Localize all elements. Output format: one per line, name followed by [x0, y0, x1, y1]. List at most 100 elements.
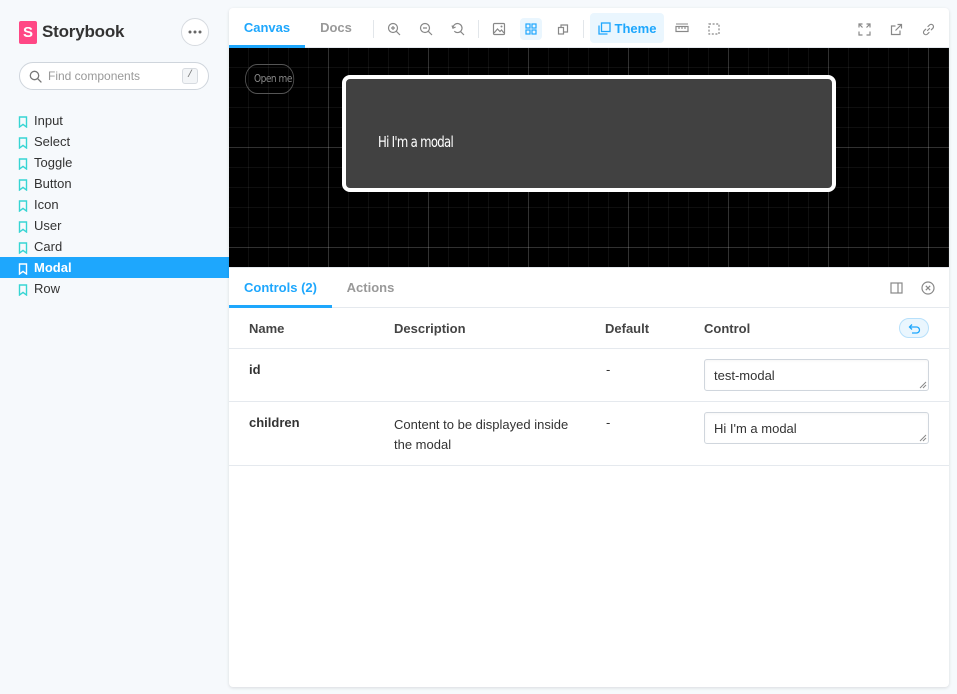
outline-button[interactable]	[703, 18, 725, 40]
menu-button[interactable]	[181, 18, 209, 46]
table-row: children Content to be displayed inside …	[229, 402, 949, 466]
theme-button[interactable]: Theme	[590, 13, 664, 43]
link-icon	[922, 23, 934, 35]
outline-icon	[708, 23, 720, 35]
search-shortcut-badge: /	[182, 68, 198, 84]
sidebar-item-toggle[interactable]: Toggle	[0, 152, 229, 173]
sidebar-item-modal[interactable]: Modal	[0, 257, 229, 278]
close-panel-button[interactable]	[919, 279, 937, 297]
prop-description: Content to be displayed inside the modal	[394, 417, 569, 452]
zoom-in-button[interactable]	[383, 18, 405, 40]
viewport-button[interactable]	[552, 18, 574, 40]
tab-canvas[interactable]: Canvas	[229, 8, 305, 48]
brand-name: Storybook	[42, 22, 125, 41]
sidebar-item-label: Icon	[34, 197, 59, 212]
bookmark-icon	[18, 221, 28, 233]
grid-icon	[525, 23, 537, 35]
sidebar: S Storybook / Input Select Toggle Button…	[0, 0, 229, 694]
toolbar-divider	[583, 20, 584, 38]
external-link-icon	[890, 23, 902, 35]
bookmark-icon	[18, 137, 28, 149]
column-header-name: Name	[249, 321, 285, 336]
grid-button[interactable]	[520, 18, 542, 40]
theme-label: Theme	[614, 20, 657, 36]
sidebar-item-button[interactable]: Button	[0, 173, 229, 194]
sidebar-item-input[interactable]: Input	[0, 110, 229, 131]
resize-grip-icon[interactable]	[919, 381, 927, 389]
sidebar-panel-icon	[889, 282, 903, 294]
background-button[interactable]	[488, 18, 510, 40]
bookmark-icon	[18, 158, 28, 170]
tab-actions[interactable]: Actions	[332, 268, 409, 308]
id-control-field[interactable]: test-modal	[704, 359, 929, 391]
sidebar-item-icon[interactable]: Icon	[0, 194, 229, 215]
open-modal-button[interactable]: Open me	[245, 64, 295, 94]
prop-name: id	[249, 362, 261, 377]
ellipsis-icon	[188, 30, 202, 34]
panel-orientation-button[interactable]	[887, 279, 905, 297]
column-header-default: Default	[605, 321, 650, 336]
bookmark-icon	[18, 242, 28, 254]
sidebar-item-label: Row	[34, 281, 61, 296]
bookmark-icon	[18, 263, 28, 275]
zoom-out-icon	[419, 22, 433, 36]
reset-controls-button[interactable]	[899, 318, 929, 338]
viewport-icon	[557, 24, 569, 35]
zoom-out-button[interactable]	[415, 18, 437, 40]
sidebar-item-select[interactable]: Select	[0, 131, 229, 152]
ruler-icon	[675, 23, 689, 33]
sidebar-item-label: User	[34, 218, 62, 233]
measure-button[interactable]	[671, 18, 693, 40]
bookmark-icon	[18, 284, 28, 296]
component-list: Input Select Toggle Button Icon User Car…	[0, 110, 229, 299]
zoom-reset-icon	[451, 22, 465, 36]
copy-icon	[597, 21, 611, 35]
copy-link-button[interactable]	[917, 18, 939, 40]
open-new-tab-button[interactable]	[885, 18, 907, 40]
sidebar-item-label: Button	[34, 176, 72, 191]
sidebar-item-label: Toggle	[34, 155, 73, 170]
bookmark-icon	[18, 116, 28, 128]
close-circle-icon	[921, 281, 935, 295]
sidebar-item-label: Input	[34, 113, 63, 128]
toolbar-divider	[373, 20, 374, 38]
story-canvas: Open me Hi I'm a modal	[229, 48, 949, 267]
zoom-reset-button[interactable]	[447, 18, 469, 40]
prop-default: -	[606, 415, 611, 430]
expand-icon	[857, 22, 871, 36]
tab-docs[interactable]: Docs	[305, 8, 367, 48]
brand[interactable]: S Storybook	[19, 20, 124, 44]
sidebar-item-label: Select	[34, 134, 71, 149]
sidebar-item-row[interactable]: Row	[0, 278, 229, 299]
undo-icon	[908, 323, 920, 334]
sidebar-item-label: Modal	[34, 260, 72, 275]
table-row: id - test-modal	[229, 349, 949, 402]
prop-name: children	[249, 415, 300, 430]
prop-default: -	[606, 362, 611, 377]
toolbar-divider	[478, 20, 479, 38]
column-header-control: Control	[704, 321, 751, 336]
addons-bar: Controls (2) Actions	[229, 267, 949, 308]
zoom-in-icon	[387, 22, 401, 36]
search-icon	[29, 70, 42, 83]
modal-dialog: Hi I'm a modal	[342, 75, 836, 192]
tab-controls[interactable]: Controls (2)	[229, 268, 332, 308]
bookmark-icon	[18, 200, 28, 212]
controls-table: Name Description Default Control id - te…	[229, 308, 949, 466]
modal-text: Hi I'm a modal	[378, 133, 454, 151]
storybook-logo-icon: S	[19, 20, 37, 44]
children-control-field[interactable]: Hi I'm a modal	[704, 412, 929, 444]
table-header: Name Description Default Control	[229, 308, 949, 349]
toolbar: Canvas Docs Theme	[229, 8, 949, 48]
search-input[interactable]	[48, 66, 193, 86]
bookmark-icon	[18, 179, 28, 191]
column-header-description: Description	[394, 321, 466, 336]
sidebar-item-label: Card	[34, 239, 63, 254]
fullscreen-button[interactable]	[853, 18, 875, 40]
resize-grip-icon[interactable]	[919, 434, 927, 442]
sidebar-item-card[interactable]: Card	[0, 236, 229, 257]
search-box: /	[19, 62, 209, 90]
sidebar-item-user[interactable]: User	[0, 215, 229, 236]
image-icon	[492, 22, 506, 36]
main-panel: Canvas Docs Theme Open me Hi I'm a modal…	[229, 8, 949, 687]
